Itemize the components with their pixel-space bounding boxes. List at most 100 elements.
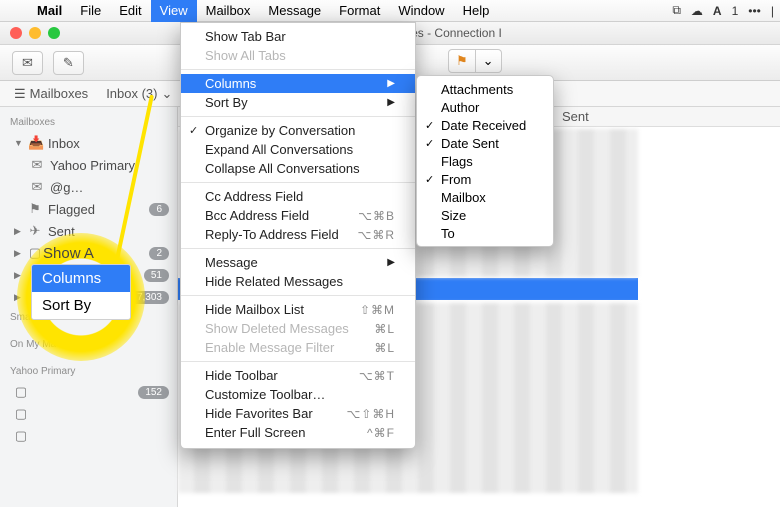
yahoo-label: Yahoo Primary xyxy=(50,158,135,173)
folder-badge: 51 xyxy=(144,269,169,282)
menu-item-collapse-all[interactable]: Collapse All Conversations xyxy=(181,159,415,178)
sidebar-item-inbox[interactable]: ▼ 📥 Inbox xyxy=(0,132,177,154)
disclosure-triangle-icon[interactable]: ▶ xyxy=(14,270,22,281)
sidebar-item-yfolder[interactable]: ▢ 152 xyxy=(0,381,177,403)
menu-message[interactable]: Message xyxy=(259,0,330,22)
zoom-button[interactable] xyxy=(48,27,60,39)
adobe-icon[interactable]: A xyxy=(713,4,722,18)
flagged-label: Flagged xyxy=(48,202,95,217)
mailboxes-label: Mailboxes xyxy=(30,86,89,101)
menu-item-cc-field[interactable]: Cc Address Field xyxy=(181,187,415,206)
notification-count[interactable]: 1 xyxy=(732,4,739,18)
disclosure-triangle-icon[interactable]: ▼ xyxy=(14,138,22,148)
sidebar-item-flagged[interactable]: ⚑ Flagged 6 xyxy=(0,198,177,220)
callout-magnified-menu: Columns Sort By xyxy=(31,264,131,320)
flag-button-group: ⚑ ⌄ xyxy=(448,49,502,73)
submenu-item-flags[interactable]: Flags xyxy=(417,152,553,170)
disclosure-triangle-icon[interactable]: ▶ xyxy=(14,292,22,303)
folder-icon: ▢ xyxy=(14,384,28,400)
sidebar-hdr-yahoo: Yahoo Primary xyxy=(0,362,177,381)
dropbox-icon[interactable]: ⧉ xyxy=(672,3,681,18)
sidebar-item-sent[interactable]: ▶ ✈ Sent xyxy=(0,220,177,242)
disclosure-triangle-icon[interactable]: ▶ xyxy=(14,248,22,259)
menu-item-hide-mailbox-list[interactable]: Hide Mailbox List⇧⌘M xyxy=(181,300,415,319)
get-mail-button[interactable]: ✉ xyxy=(12,51,43,75)
submenu-item-mailbox[interactable]: Mailbox xyxy=(417,188,553,206)
col-date-sent[interactable]: Sent xyxy=(548,109,603,124)
menu-item-sort-by[interactable]: Sort By▶ xyxy=(181,93,415,112)
more-icon[interactable]: ••• xyxy=(748,4,761,18)
menu-item-columns[interactable]: Columns▶ xyxy=(181,74,415,93)
flagged-badge: 6 xyxy=(149,203,169,216)
submenu-item-size[interactable]: Size xyxy=(417,206,553,224)
folder-badge: 7,303 xyxy=(130,291,169,304)
check-icon: ✓ xyxy=(425,173,434,186)
menu-item-show-all-tabs: Show All Tabs xyxy=(181,46,415,65)
menu-item-show-tab-bar[interactable]: Show Tab Bar xyxy=(181,27,415,46)
callout-preview-text: Show A xyxy=(43,245,94,262)
folder-icon: ▢ xyxy=(14,406,28,422)
mailbox-icon: ✉ xyxy=(30,179,44,195)
submenu-arrow-icon: ▶ xyxy=(387,257,395,268)
submenu-item-date-sent[interactable]: ✓Date Sent xyxy=(417,134,553,152)
flag-dropdown[interactable]: ⌄ xyxy=(476,49,502,73)
sent-icon: ✈ xyxy=(28,223,42,239)
menu-item-customize-toolbar[interactable]: Customize Toolbar… xyxy=(181,385,415,404)
menu-item-hide-related[interactable]: Hide Related Messages xyxy=(181,272,415,291)
close-button[interactable] xyxy=(10,27,22,39)
view-menu-dropdown: Show Tab Bar Show All Tabs Columns▶ Sort… xyxy=(180,22,416,449)
menu-mailbox[interactable]: Mailbox xyxy=(197,0,260,22)
menu-item-hide-favorites[interactable]: Hide Favorites Bar⌥⇧⌘H xyxy=(181,404,415,423)
menu-item-bcc-field[interactable]: Bcc Address Field⌥⌘B xyxy=(181,206,415,225)
flag-icon: ⚑ xyxy=(28,201,42,217)
menu-view[interactable]: View xyxy=(151,0,197,22)
sent-label: Sent xyxy=(48,224,75,239)
sidebar-item-yfolder3[interactable]: ▢ xyxy=(0,425,177,447)
menu-edit[interactable]: Edit xyxy=(110,0,150,22)
inbox-label: Inbox xyxy=(48,136,80,151)
cloud-icon[interactable]: ☁ xyxy=(691,4,703,18)
menu-item-show-deleted: Show Deleted Messages⌘L xyxy=(181,319,415,338)
minimize-button[interactable] xyxy=(29,27,41,39)
callout-item-columns: Columns xyxy=(32,265,130,292)
system-menubar: Mail File Edit View Mailbox Message Form… xyxy=(0,0,780,22)
mailboxes-icon: ☰ xyxy=(14,86,26,102)
menu-item-full-screen[interactable]: Enter Full Screen^⌘F xyxy=(181,423,415,442)
menu-item-expand-all[interactable]: Expand All Conversations xyxy=(181,140,415,159)
menu-help[interactable]: Help xyxy=(454,0,499,22)
submenu-item-date-received[interactable]: ✓Date Received xyxy=(417,116,553,134)
sidebar-hdr-onmymac: On My Mac xyxy=(0,335,177,354)
inbox-icon: 📥 xyxy=(28,135,42,151)
menubar-divider: | xyxy=(771,4,774,18)
mailboxes-tab[interactable]: ☰ Mailboxes xyxy=(8,86,94,102)
gmail-label: @g… xyxy=(50,180,83,195)
submenu-arrow-icon: ▶ xyxy=(387,78,395,89)
menu-window[interactable]: Window xyxy=(389,0,453,22)
mailbox-icon: ✉ xyxy=(30,157,44,173)
submenu-item-attachments[interactable]: Attachments xyxy=(417,80,553,98)
menu-item-enable-filter: Enable Message Filter⌘L xyxy=(181,338,415,357)
traffic-lights xyxy=(0,27,60,39)
sidebar-item-gmail[interactable]: ✉ @g… xyxy=(0,176,177,198)
disclosure-triangle-icon[interactable]: ▶ xyxy=(14,226,22,237)
menu-item-replyto-field[interactable]: Reply-To Address Field⌥⌘R xyxy=(181,225,415,244)
menu-item-organize-by-conversation[interactable]: ✓Organize by Conversation xyxy=(181,121,415,140)
submenu-item-author[interactable]: Author xyxy=(417,98,553,116)
menubar-right-icons: ⧉ ☁ A 1 ••• | xyxy=(672,3,780,18)
submenu-item-to[interactable]: To xyxy=(417,224,553,242)
flag-button[interactable]: ⚑ xyxy=(448,49,476,73)
menu-item-message[interactable]: Message▶ xyxy=(181,253,415,272)
folder-badge: 152 xyxy=(138,386,169,399)
columns-submenu: Attachments Author ✓Date Received ✓Date … xyxy=(416,75,554,247)
flag-icon: ⚑ xyxy=(456,53,468,68)
inbox-tab[interactable]: Inbox (3)⌄ xyxy=(100,86,178,102)
menu-format[interactable]: Format xyxy=(330,0,389,22)
app-menu[interactable]: Mail xyxy=(28,0,71,22)
compose-button[interactable]: ✎ xyxy=(53,51,84,75)
folder-icon: ▢ xyxy=(28,245,42,261)
sidebar-item-yahoo-primary[interactable]: ✉ Yahoo Primary xyxy=(0,154,177,176)
menu-file[interactable]: File xyxy=(71,0,110,22)
submenu-item-from[interactable]: ✓From xyxy=(417,170,553,188)
sidebar-item-yfolder2[interactable]: ▢ xyxy=(0,403,177,425)
menu-item-hide-toolbar[interactable]: Hide Toolbar⌥⌘T xyxy=(181,366,415,385)
